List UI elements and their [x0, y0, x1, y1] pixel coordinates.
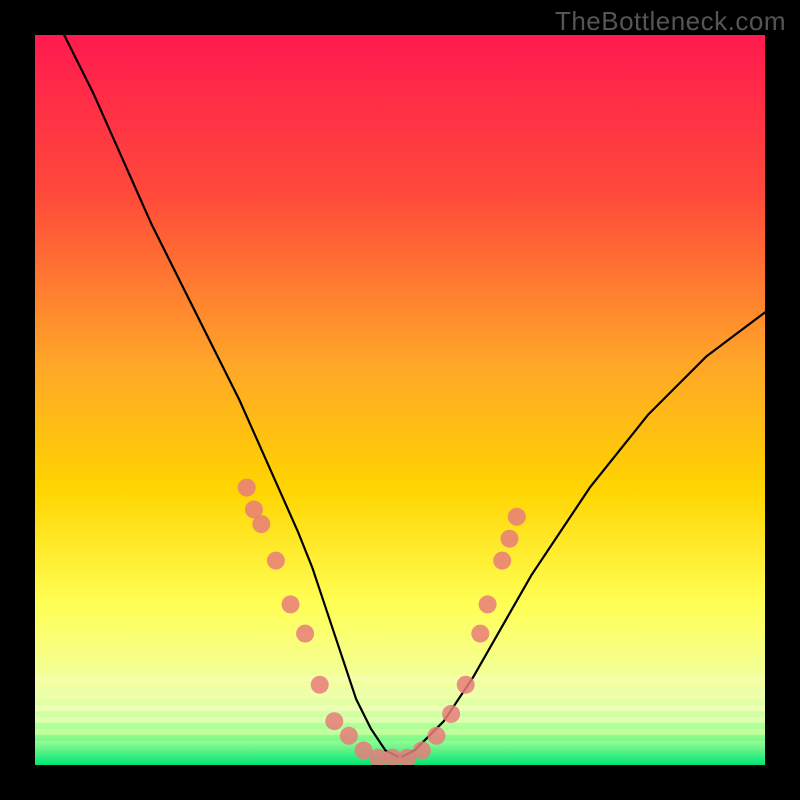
bottleneck-chart [35, 35, 765, 765]
marker-point [267, 552, 285, 570]
gradient-background [35, 35, 765, 765]
chart-svg [35, 35, 765, 765]
marker-point [428, 727, 446, 745]
marker-point [508, 508, 526, 526]
marker-point [296, 625, 314, 643]
marker-point [311, 676, 329, 694]
marker-point [282, 595, 300, 613]
marker-point [325, 712, 343, 730]
marker-point [442, 705, 460, 723]
marker-point [413, 741, 431, 759]
marker-point [252, 515, 270, 533]
marker-point [501, 530, 519, 548]
marker-point [340, 727, 358, 745]
marker-point [238, 479, 256, 497]
marker-point [479, 595, 497, 613]
marker-point [457, 676, 475, 694]
watermark-text: TheBottleneck.com [555, 6, 786, 37]
marker-point [493, 552, 511, 570]
marker-point [471, 625, 489, 643]
